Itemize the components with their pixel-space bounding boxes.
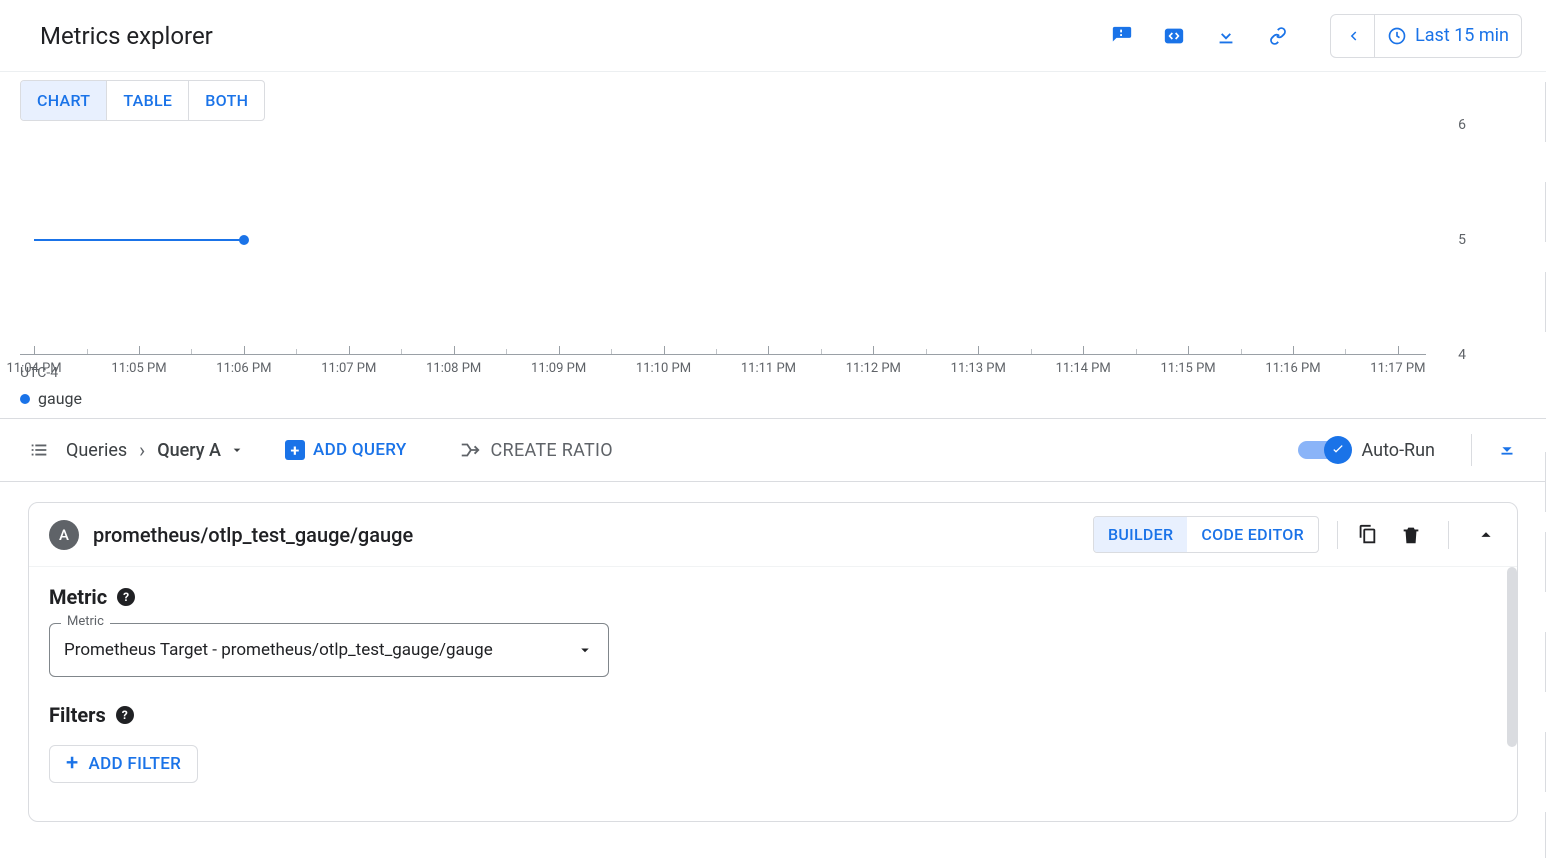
breadcrumb-current[interactable]: Query A [157, 440, 221, 461]
copy-icon[interactable] [1356, 524, 1378, 546]
chart: 11:04 PM11:05 PM11:06 PM11:07 PM11:08 PM… [20, 125, 1526, 385]
query-mode-tabs: BUILDER CODE EDITOR [1093, 516, 1319, 553]
query-card-body: Metric ? Metric Prometheus Target - prom… [29, 567, 1517, 801]
link-icon[interactable] [1266, 24, 1290, 48]
tab-chart[interactable]: CHART [21, 81, 107, 120]
auto-run-control: Auto-Run [1298, 437, 1435, 463]
add-filter-button[interactable]: + ADD FILTER [49, 745, 198, 783]
time-range-label: Last 15 min [1415, 25, 1509, 46]
metric-section-text: Metric [49, 585, 107, 609]
create-ratio-label: CREATE RATIO [491, 440, 613, 461]
metric-field: Metric Prometheus Target - prometheus/ot… [49, 623, 609, 677]
x-tick-label: 11:08 PM [426, 361, 481, 376]
header: Metrics explorer Last 15 min [0, 0, 1546, 72]
query-badge: A [49, 520, 79, 550]
x-tick-label: 11:07 PM [321, 361, 376, 376]
create-ratio-button[interactable]: CREATE RATIO [459, 439, 613, 461]
filters-section-label: Filters ? [49, 703, 1497, 727]
metric-select[interactable]: Prometheus Target - prometheus/otlp_test… [49, 623, 609, 677]
metric-section-label: Metric ? [49, 585, 1497, 609]
add-query-button[interactable]: + ADD QUERY [285, 440, 407, 460]
header-actions: Last 15 min [1110, 14, 1522, 58]
x-tick-label: 11:12 PM [846, 361, 901, 376]
x-tick-label: 11:14 PM [1056, 361, 1111, 376]
filters-section-text: Filters [49, 703, 106, 727]
metric-help-icon[interactable]: ? [117, 588, 135, 606]
x-tick-label: 11:09 PM [531, 361, 586, 376]
auto-run-label: Auto-Run [1362, 440, 1435, 461]
filters-help-icon[interactable]: ? [116, 706, 134, 724]
query-card-header: A prometheus/otlp_test_gauge/gauge BUILD… [29, 503, 1517, 567]
code-icon[interactable] [1162, 24, 1186, 48]
legend: gauge [20, 385, 1526, 408]
breadcrumb: Queries › Query A [66, 438, 245, 462]
chart-plot [20, 125, 1426, 355]
tab-builder[interactable]: BUILDER [1094, 517, 1187, 552]
metric-field-floating-label: Metric [61, 614, 110, 629]
x-tick-label: 11:15 PM [1160, 361, 1215, 376]
queries-list-icon [28, 439, 50, 461]
metric-select-value: Prometheus Target - prometheus/otlp_test… [64, 640, 566, 660]
y-tick-label: 6 [1458, 117, 1466, 133]
collapse-all-button[interactable] [1471, 434, 1518, 466]
time-range-selector: Last 15 min [1330, 14, 1522, 58]
page-title: Metrics explorer [40, 22, 1110, 50]
chevron-right-icon: › [139, 438, 145, 462]
series-end-marker [239, 235, 249, 245]
feedback-icon[interactable] [1110, 24, 1134, 48]
delete-icon[interactable] [1400, 524, 1422, 546]
download-icon[interactable] [1214, 24, 1238, 48]
tab-both[interactable]: BOTH [189, 81, 264, 120]
x-tick-label: 11:06 PM [216, 361, 271, 376]
timezone-label: UTC-4 [20, 365, 58, 381]
right-edge-decor [1534, 72, 1546, 858]
chart-zone: CHART TABLE BOTH 11:04 PM11:05 PM11:06 P… [0, 72, 1546, 408]
query-bar: Queries › Query A + ADD QUERY CREATE RAT… [0, 418, 1546, 482]
y-axis-ticks: 456 [1426, 125, 1466, 355]
query-card-actions [1337, 521, 1497, 549]
breadcrumb-root[interactable]: Queries [66, 440, 127, 461]
card-scrollbar-thumb[interactable] [1507, 567, 1517, 747]
auto-run-toggle[interactable] [1298, 437, 1350, 463]
legend-label: gauge [38, 389, 82, 408]
x-tick-label: 11:10 PM [636, 361, 691, 376]
x-axis-ticks: 11:04 PM11:05 PM11:06 PM11:07 PM11:08 PM… [20, 355, 1426, 385]
plus-icon: + [285, 440, 305, 460]
check-icon [1324, 436, 1352, 464]
x-tick-label: 11:05 PM [111, 361, 166, 376]
view-tabs: CHART TABLE BOTH [20, 80, 265, 121]
query-card: A prometheus/otlp_test_gauge/gauge BUILD… [28, 502, 1518, 822]
x-tick-label: 11:11 PM [741, 361, 796, 376]
y-tick-label: 4 [1458, 347, 1466, 363]
breadcrumb-dropdown-icon[interactable] [229, 442, 245, 458]
add-query-label: ADD QUERY [313, 440, 407, 460]
x-tick-label: 11:16 PM [1265, 361, 1320, 376]
x-tick-label: 11:13 PM [951, 361, 1006, 376]
legend-color-dot [20, 394, 30, 404]
tab-code-editor[interactable]: CODE EDITOR [1187, 517, 1318, 552]
y-tick-label: 5 [1458, 232, 1466, 248]
merge-icon [459, 439, 481, 461]
time-range-button[interactable]: Last 15 min [1375, 25, 1521, 46]
collapse-card-icon[interactable] [1475, 524, 1497, 546]
add-filter-label: ADD FILTER [89, 754, 182, 774]
query-title: prometheus/otlp_test_gauge/gauge [93, 523, 1093, 547]
x-tick-label: 11:17 PM [1370, 361, 1425, 376]
tab-table[interactable]: TABLE [107, 81, 189, 120]
chevron-down-icon [576, 639, 594, 661]
time-range-back-button[interactable] [1331, 14, 1375, 58]
